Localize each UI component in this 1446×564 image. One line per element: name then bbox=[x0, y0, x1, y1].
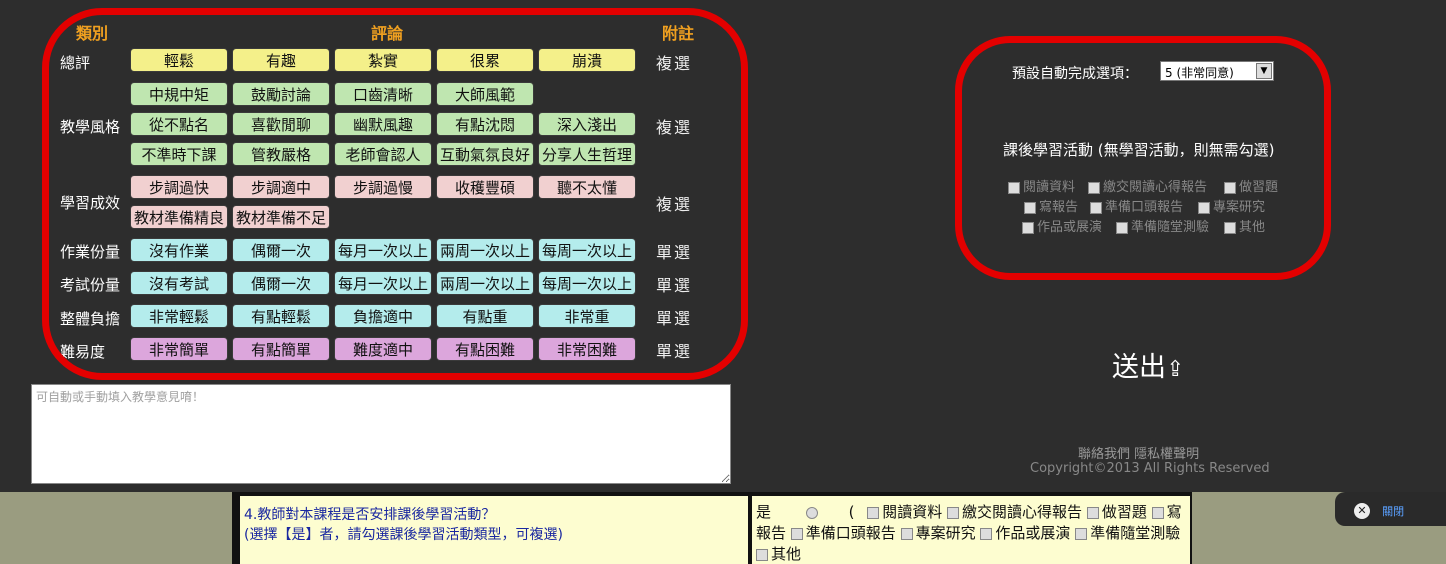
checkbox-icon bbox=[1151, 506, 1164, 519]
act-label: 作品或展演 bbox=[995, 524, 1071, 542]
activity-label: 作品或展演 bbox=[1037, 220, 1103, 235]
act-label: 繳交閱讀心得報告 bbox=[962, 503, 1083, 521]
activity-label: 閱讀資料 bbox=[1023, 180, 1076, 195]
activity-label: 專案研究 bbox=[1213, 200, 1266, 215]
checkbox-icon bbox=[1022, 221, 1034, 234]
activity-checkbox[interactable]: 閱讀資料 bbox=[1008, 176, 1075, 195]
close-button[interactable]: ✕ 關閉 bbox=[1354, 500, 1404, 519]
activity-checkbox[interactable]: 準備口頭報告 bbox=[1090, 196, 1183, 215]
close-label: 關閉 bbox=[1382, 504, 1405, 518]
act-label: 其他 bbox=[771, 545, 802, 563]
activity-checkbox[interactable]: 繳交閱讀心得報告 bbox=[1088, 176, 1207, 195]
checkbox-icon bbox=[1198, 201, 1210, 214]
checkbox-icon bbox=[980, 527, 993, 540]
highlight-frame-left bbox=[42, 8, 748, 380]
checkbox-icon bbox=[900, 527, 913, 540]
act-checkbox[interactable]: 準備隨堂測驗 bbox=[1075, 524, 1180, 542]
footer-links[interactable]: 聯絡我們 隱私權聲明 bbox=[1078, 443, 1199, 462]
default-option-select[interactable]: 5 (非常同意) ▼ bbox=[1160, 61, 1274, 81]
chevron-down-icon: ▼ bbox=[1256, 63, 1272, 79]
checkbox-icon bbox=[790, 527, 803, 540]
act-checkbox[interactable]: 作品或展演 bbox=[980, 524, 1070, 542]
activity-checkbox[interactable]: 準備隨堂測驗 bbox=[1116, 216, 1209, 235]
activity-label: 寫報告 bbox=[1039, 200, 1079, 215]
act-checkbox[interactable]: 閱讀資料 bbox=[867, 503, 942, 521]
question-line1: 4.教師對本課程是否安排課後學習活動？ bbox=[244, 507, 496, 523]
activity-label: 其他 bbox=[1239, 220, 1266, 235]
checkbox-icon bbox=[1086, 506, 1099, 519]
act-label: 準備口頭報告 bbox=[805, 524, 896, 542]
activity-checkbox[interactable]: 作品或展演 bbox=[1022, 216, 1102, 235]
activity-checkbox[interactable]: 寫報告 bbox=[1024, 196, 1078, 215]
checkbox-icon bbox=[1024, 201, 1036, 214]
activity-label: 繳交閱讀心得報告 bbox=[1103, 180, 1208, 195]
act-checkbox[interactable]: 其他 bbox=[756, 545, 801, 563]
activity-checkbox[interactable]: 其他 bbox=[1224, 216, 1265, 235]
act-checkbox[interactable]: 準備口頭報告 bbox=[790, 524, 896, 542]
activity-label: 做習題 bbox=[1239, 180, 1279, 195]
act-checkbox[interactable]: 做習題 bbox=[1086, 503, 1147, 521]
act-checkbox[interactable]: 繳交閱讀心得報告 bbox=[947, 503, 1082, 521]
act-label: 做習題 bbox=[1101, 503, 1147, 521]
default-option-label: 預設自動完成選項： bbox=[1012, 66, 1138, 82]
checkbox-icon bbox=[1075, 527, 1088, 540]
close-icon: ✕ bbox=[1354, 502, 1370, 519]
upload-arrow-icon: ⇪ bbox=[1166, 357, 1185, 382]
checkbox-icon bbox=[1224, 221, 1236, 234]
act-label: 專案研究 bbox=[915, 524, 976, 542]
submit-button[interactable]: 送出⇪ bbox=[1112, 345, 1184, 384]
yes-radio[interactable] bbox=[805, 506, 818, 519]
activity-label: 準備隨堂測驗 bbox=[1131, 220, 1210, 235]
activity-title: 課後學習活動 (無學習活動，則無需勾選) bbox=[1003, 141, 1275, 159]
submit-label: 送出 bbox=[1112, 352, 1166, 383]
checkbox-icon bbox=[1224, 181, 1236, 194]
checkbox-icon bbox=[756, 548, 768, 561]
activity-checkbox[interactable]: 做習題 bbox=[1224, 176, 1278, 195]
checkbox-icon bbox=[947, 506, 960, 519]
act-label: 閱讀資料 bbox=[882, 503, 943, 521]
checkbox-icon bbox=[1008, 181, 1020, 194]
act-label: 準備隨堂測驗 bbox=[1090, 524, 1181, 542]
checkbox-icon bbox=[1088, 181, 1100, 194]
activity-label: 準備口頭報告 bbox=[1105, 200, 1184, 215]
checkbox-icon bbox=[867, 506, 880, 519]
question-line2: (選擇【是】者，請勾選課後學習活動類型，可複選) bbox=[244, 527, 563, 543]
copyright: Copyright©2013 All Rights Reserved bbox=[1030, 461, 1270, 476]
activity-checkbox[interactable]: 專案研究 bbox=[1198, 196, 1265, 215]
answer-cell: 是 ( 閱讀資料 繳交閱讀心得報告 做習題 寫報告 準備口頭報告 專案研究 作品… bbox=[752, 496, 1190, 564]
question-cell: 4.教師對本課程是否安排課後學習活動？ (選擇【是】者，請勾選課後學習活動類型，… bbox=[240, 496, 748, 564]
checkbox-icon bbox=[1090, 201, 1102, 214]
checkbox-icon bbox=[1116, 221, 1128, 234]
default-option-value: 5 (非常同意) bbox=[1165, 66, 1234, 80]
act-checkbox[interactable]: 專案研究 bbox=[900, 524, 976, 542]
paren: ( bbox=[848, 503, 855, 521]
yes-label: 是 bbox=[756, 503, 772, 521]
comment-textarea[interactable] bbox=[31, 384, 731, 484]
